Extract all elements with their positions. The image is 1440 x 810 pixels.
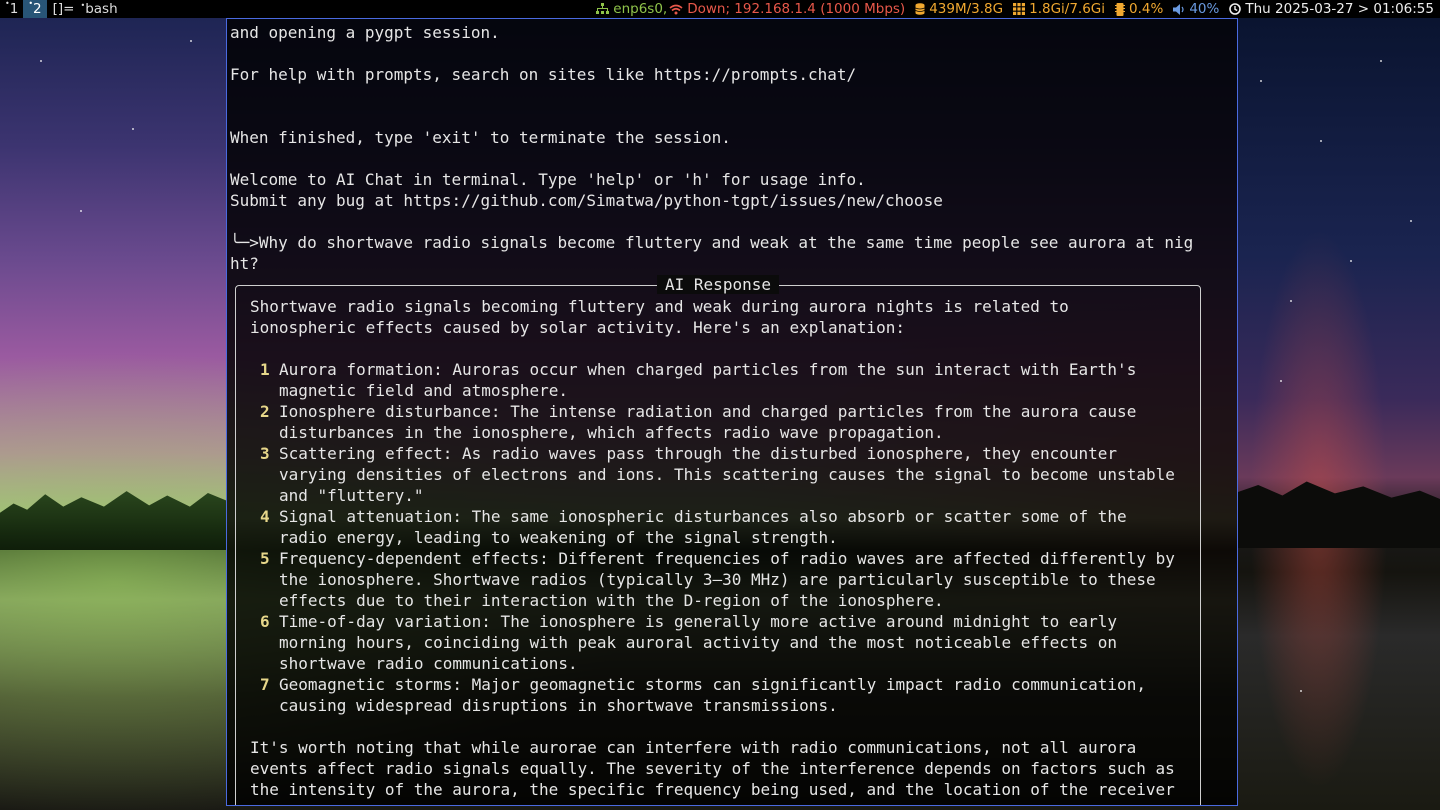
list-item-line: Frequency-dependent effects: Different f…	[279, 549, 1175, 568]
response-list-item: 4 Signal attenuation: The same ionospheri…	[250, 506, 1190, 548]
treeline-left	[0, 491, 226, 550]
response-list-item: 3 Scattering effect: As radio waves pass …	[250, 443, 1190, 506]
memory-block[interactable]: 439M/3.8G	[915, 1, 1003, 17]
star	[1290, 300, 1292, 302]
network-status: Down; 192.168.1.4 (1000 Mbps)	[687, 1, 906, 17]
star	[1280, 380, 1282, 382]
response-outro-line: the intensity of the aurora, the specifi…	[250, 780, 1175, 799]
network-interface: enp6s0,	[613, 1, 668, 17]
cpu-block[interactable]: 0.4%	[1115, 1, 1163, 17]
volume-icon	[1173, 3, 1184, 15]
list-item-line: Aurora formation: Auroras occur when cha…	[279, 360, 1137, 379]
clock-icon	[1229, 3, 1242, 15]
response-intro-line: ionospheric effects caused by solar acti…	[250, 318, 906, 337]
response-outro-line: It's worth noting that while aurorae can…	[250, 738, 1137, 757]
list-item-line: varying densities of electrons and ions.…	[279, 465, 1175, 484]
list-item-line: Signal attenuation: The same ionospheric…	[279, 507, 1127, 526]
wallpaper-right	[1238, 18, 1440, 810]
status-blocks: enp6s0, Down; 192.168.1.4 (1000 Mbps) 43…	[586, 0, 1434, 18]
workspace-1[interactable]: •1	[0, 0, 23, 18]
network-block[interactable]: enp6s0,	[596, 1, 667, 17]
ai-response-panel: AI Response Shortwave radio signals beco…	[235, 275, 1201, 805]
terminal-line: ╰─>Why do shortwave radio signals become…	[230, 233, 1194, 252]
star	[1410, 220, 1412, 222]
cpu-icon	[1115, 2, 1126, 16]
list-item-line: morning hours, coinciding with peak auro…	[279, 633, 1118, 652]
grid-icon	[1013, 3, 1026, 15]
list-item-line: causing widespread disruptions in shortw…	[279, 696, 838, 715]
memory-usage: 439M/3.8G	[929, 1, 1004, 17]
response-intro-line: Shortwave radio signals becoming flutter…	[250, 297, 1069, 316]
list-item-number: 4	[260, 507, 270, 526]
list-item-number: 7	[260, 675, 270, 694]
response-list-item: 6 Time-of-day variation: The ionosphere i…	[250, 611, 1190, 674]
wifi-block[interactable]: Down; 192.168.1.4 (1000 Mbps)	[669, 1, 905, 17]
star	[1380, 60, 1382, 62]
ai-response-title: AI Response	[236, 274, 1200, 295]
cpu-usage: 0.4%	[1129, 1, 1164, 17]
terminal-line: When finished, type 'exit' to terminate …	[230, 128, 731, 147]
list-item-line: effects due to their interaction with th…	[279, 591, 944, 610]
list-item-line: magnetic field and atmosphere.	[279, 381, 568, 400]
terminal-line: Submit any bug at https://github.com/Sim…	[230, 191, 943, 210]
response-outro-line: events affect radio signals equally. The…	[250, 759, 1175, 778]
list-item-number: 6	[260, 612, 270, 631]
star	[40, 60, 42, 62]
database-icon	[915, 3, 925, 15]
list-item-line: Time-of-day variation: The ionosphere is…	[279, 612, 1118, 631]
clock-block[interactable]: Thu 2025-03-27 > 01:06:55	[1229, 1, 1434, 17]
list-item-number: 3	[260, 444, 270, 463]
swap-block[interactable]: 1.8Gi/7.6Gi	[1013, 1, 1105, 17]
star	[1350, 260, 1352, 262]
star	[190, 40, 192, 42]
response-list-item: 1 Aurora formation: Auroras occur when ch…	[250, 359, 1190, 401]
workspace-label: 1	[9, 1, 19, 17]
star	[132, 128, 134, 130]
window-title-label: bash	[85, 1, 118, 17]
list-item-line: Ionosphere disturbance: The intense radi…	[279, 402, 1137, 421]
swap-usage: 1.8Gi/7.6Gi	[1029, 1, 1106, 17]
terminal-window[interactable]: and opening a pygpt session. For help wit…	[226, 18, 1238, 806]
status-bar: •1 •2 []= •bash enp6s0, Down; 192.168.1.…	[0, 0, 1440, 18]
volume-level: 40%	[1189, 1, 1220, 17]
volume-block[interactable]: 40%	[1173, 1, 1219, 17]
ai-response-title-text: AI Response	[657, 275, 779, 294]
layout-indicator[interactable]: []=	[53, 1, 75, 17]
list-item-line: shortwave radio communications.	[279, 654, 578, 673]
list-item-number: 5	[260, 549, 270, 568]
response-list-item: 5 Frequency-dependent effects: Different …	[250, 548, 1190, 611]
terminal-line: Welcome to AI Chat in terminal. Type 'he…	[230, 170, 866, 189]
window-title: •bash	[80, 1, 118, 17]
star	[1300, 690, 1302, 692]
response-list-item: 2 Ionosphere disturbance: The intense rad…	[250, 401, 1190, 443]
list-item-line: radio energy, leading to weakening of th…	[279, 528, 838, 547]
list-item-line: Scattering effect: As radio waves pass t…	[279, 444, 1118, 463]
list-item-line: and "fluttery."	[279, 486, 424, 505]
clock-text: Thu 2025-03-27 > 01:06:55	[1245, 1, 1434, 17]
ai-response-body: Shortwave radio signals becoming flutter…	[250, 296, 1190, 800]
terminal-line: and opening a pygpt session.	[230, 23, 500, 42]
workspace-2[interactable]: •2	[23, 0, 47, 18]
wifi-icon	[669, 4, 683, 14]
star	[80, 210, 82, 212]
list-item-number: 1	[260, 360, 270, 379]
terminal-line: ht?	[230, 254, 259, 273]
list-item-line: Geomagnetic storms: Major geomagnetic st…	[279, 675, 1146, 694]
list-item-number: 2	[260, 402, 270, 421]
terminal-line: For help with prompts, search on sites l…	[230, 65, 857, 84]
list-item-line: the ionosphere. Shortwave radios (typica…	[279, 570, 1156, 589]
list-item-line: disturbances in the ionosphere, which af…	[279, 423, 944, 442]
star	[1260, 80, 1262, 82]
response-list-item: 7 Geomagnetic storms: Major geomagnetic s…	[250, 674, 1190, 716]
star	[1320, 140, 1322, 142]
network-icon	[596, 3, 610, 14]
workspace-label: 2	[33, 1, 42, 17]
